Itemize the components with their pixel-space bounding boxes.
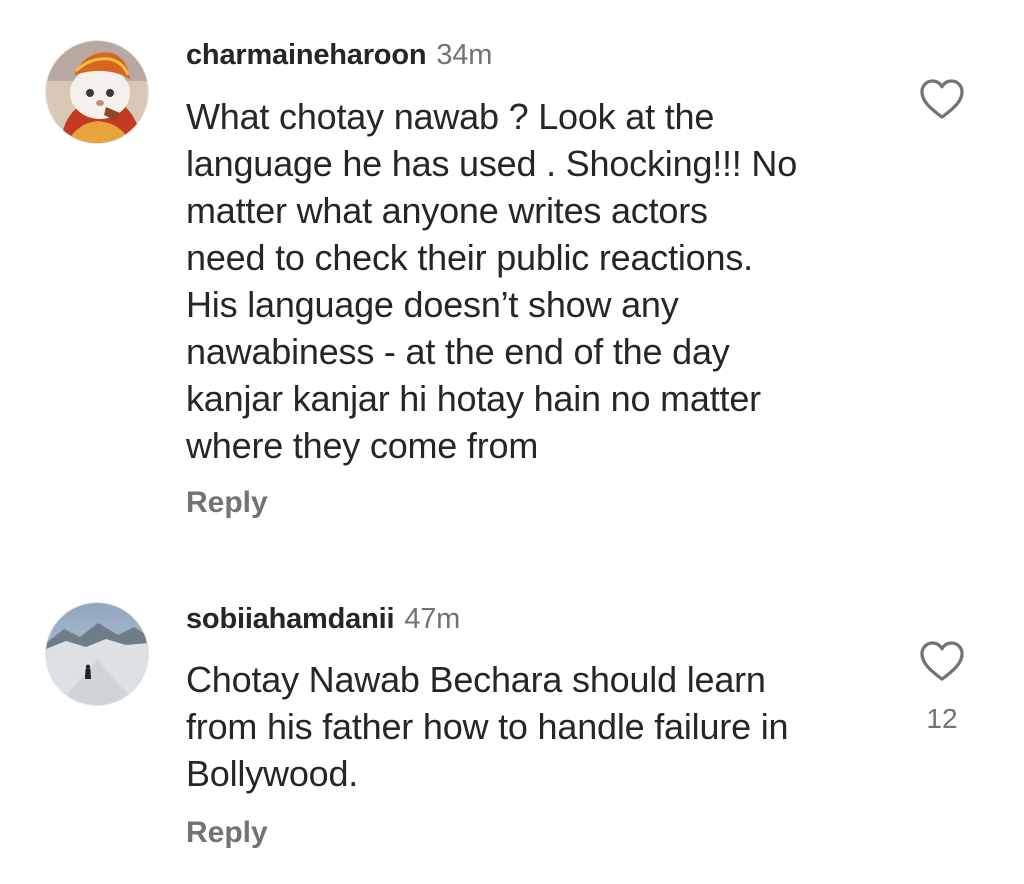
reply-button[interactable]: Reply — [186, 815, 268, 851]
username[interactable]: sobiiahamdanii — [186, 603, 395, 635]
username[interactable]: charmaineharoon — [186, 39, 427, 71]
comment-item: sobiiahamdanii 47m Chotay Nawab Bechara s… — [0, 560, 1024, 884]
comment-header: sobiiahamdanii 47m — [186, 602, 460, 636]
timestamp: 47m — [404, 603, 461, 635]
comment-text: What chotay nawab ? Look at the language… — [186, 96, 798, 466]
heart-outline-icon — [920, 79, 964, 119]
comment-header: charmaineharoon 34m — [186, 38, 492, 72]
comment-text: Chotay Nawab Bechara should learn from h… — [186, 659, 789, 794]
timestamp: 34m — [436, 39, 493, 71]
like-button[interactable] — [916, 640, 968, 682]
like-count: 12 — [926, 703, 958, 734]
landscape-avatar-image — [46, 603, 148, 705]
heart-outline-icon — [920, 641, 964, 681]
avatar[interactable] — [45, 40, 149, 144]
cat-avatar-image — [46, 41, 148, 143]
avatar[interactable] — [45, 602, 149, 706]
comment-item: charmaineharoon 34m What chotay nawab ? L… — [0, 0, 1024, 560]
like-button[interactable] — [916, 78, 968, 120]
reply-button[interactable]: Reply — [186, 485, 268, 521]
